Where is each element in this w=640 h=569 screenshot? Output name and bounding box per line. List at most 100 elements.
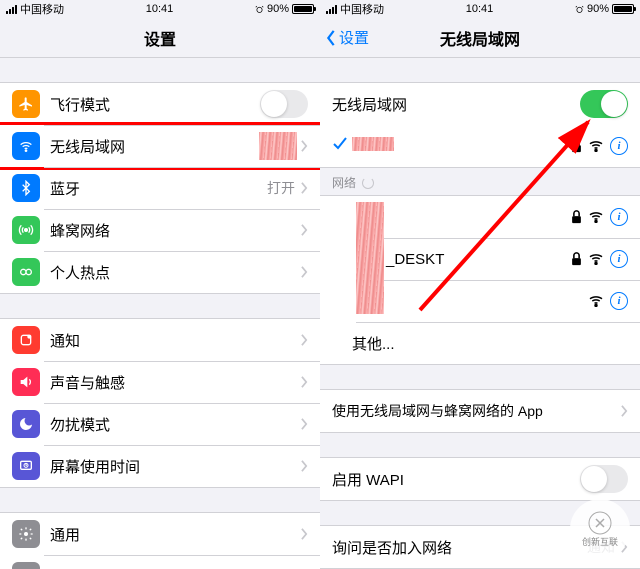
row-cellular[interactable]: 蜂窝网络 <box>0 209 320 251</box>
row-bluetooth[interactable]: 蓝牙 打开 <box>0 167 320 209</box>
row-general[interactable]: 通用 <box>0 513 320 555</box>
row-wifi-cell-apps[interactable]: 使用无线局域网与蜂窝网络的 App <box>320 390 640 432</box>
dnd-icon <box>12 410 40 438</box>
chevron-right-icon <box>301 418 308 430</box>
row-label: 使用无线局域网与蜂窝网络的 App <box>332 401 621 421</box>
wapi-toggle[interactable] <box>580 465 628 493</box>
row-label: 询问是否加入网络 <box>332 537 587 558</box>
row-label: 通知 <box>50 330 301 351</box>
cell-signal-icon <box>326 5 337 14</box>
status-bar: 中国移动 10:41 90% <box>0 0 320 18</box>
row-label: 蓝牙 <box>50 178 267 199</box>
wifi-icon <box>12 132 40 160</box>
wifi-toggle[interactable] <box>580 90 628 118</box>
lock-icon <box>571 210 582 224</box>
page-title: 无线局域网 <box>440 26 520 50</box>
row-other-network[interactable]: 其他... <box>320 322 640 364</box>
row-airplane[interactable]: 飞行模式 <box>0 83 320 125</box>
carrier-label: 中国移动 <box>20 1 64 17</box>
row-wifi-switch[interactable]: 无线局域网 <box>320 83 640 125</box>
wifi-strength-icon <box>588 253 604 265</box>
chevron-right-icon <box>301 266 308 278</box>
row-sounds[interactable]: 声音与触感 <box>0 361 320 403</box>
row-label: 控制中心 <box>50 566 301 569</box>
battery-icon <box>612 4 634 14</box>
chevron-right-icon <box>301 224 308 236</box>
wapi-group: 启用 WAPI <box>320 457 640 501</box>
row-hotspot[interactable]: 个人热点 <box>0 251 320 293</box>
other-label: 其他... <box>352 333 628 354</box>
row-detail: 打开 <box>267 178 295 198</box>
settings-group-network: 飞行模式 无线局域网 蓝牙 打开 蜂窝网络 个人热点 <box>0 82 320 294</box>
row-label: 屏幕使用时间 <box>50 456 301 477</box>
chevron-right-icon <box>301 334 308 346</box>
carrier-label: 中国移动 <box>340 1 384 17</box>
battery-icon <box>292 4 314 14</box>
status-time: 10:41 <box>466 3 494 15</box>
row-label: 启用 WAPI <box>332 469 580 490</box>
settings-group-notifications: 通知 声音与触感 勿扰模式 屏幕使用时间 <box>0 318 320 488</box>
row-label: 个人热点 <box>50 262 301 283</box>
settings-screenshot: 中国移动 10:41 90% 设置 飞行模式 无线局域网 蓝牙 打开 蜂窝网络 <box>0 0 320 569</box>
wifi-screenshot: 中国移动 10:41 90% 设置 无线局域网 无线局域网 i 网络 <box>320 0 640 569</box>
info-button[interactable]: i <box>610 292 628 310</box>
battery-percent: 90% <box>587 3 609 15</box>
status-bar: 中国移动 10:41 90% <box>320 0 640 18</box>
cell-signal-icon <box>6 5 17 14</box>
chevron-right-icon <box>301 140 308 152</box>
row-control-center[interactable]: 控制中心 <box>0 555 320 569</box>
hotspot-icon <box>12 258 40 286</box>
back-button[interactable]: 设置 <box>326 27 369 48</box>
page-title: 设置 <box>144 26 176 50</box>
checkmark-icon <box>332 136 352 157</box>
settings-group-general: 通用 控制中心 AA 显示与亮度 辅助功能 <box>0 512 320 569</box>
redacted-value <box>259 132 297 160</box>
alarm-icon <box>575 5 584 14</box>
wifi-strength-icon <box>588 295 604 307</box>
cellular-icon <box>12 216 40 244</box>
row-label: 飞行模式 <box>50 94 260 115</box>
ssid-suffix: _DESKT <box>352 251 571 268</box>
chevron-right-icon <box>301 182 308 194</box>
info-button[interactable]: i <box>610 137 628 155</box>
redacted-ssid <box>352 137 394 151</box>
sounds-icon <box>12 368 40 396</box>
wifi-strength-icon <box>588 211 604 223</box>
row-label: 勿扰模式 <box>50 414 301 435</box>
airplane-toggle[interactable] <box>260 90 308 118</box>
general-icon <box>12 520 40 548</box>
networks-header: 网络 <box>320 168 640 195</box>
row-wifi[interactable]: 无线局域网 <box>0 125 320 167</box>
wifi-switch-group: 无线局域网 i <box>320 82 640 168</box>
row-wapi[interactable]: 启用 WAPI <box>320 458 640 500</box>
bluetooth-icon <box>12 174 40 202</box>
row-connected-network[interactable]: i <box>320 125 640 167</box>
apps-group: 使用无线局域网与蜂窝网络的 App <box>320 389 640 433</box>
battery-percent: 90% <box>267 3 289 15</box>
row-dnd[interactable]: 勿扰模式 <box>0 403 320 445</box>
row-label: 无线局域网 <box>332 94 580 115</box>
screentime-icon <box>12 452 40 480</box>
row-label: 无线局域网 <box>50 136 259 157</box>
control-center-icon <box>12 562 40 569</box>
nav-bar: 设置 无线局域网 <box>320 18 640 58</box>
chevron-right-icon <box>301 528 308 540</box>
notifications-icon <box>12 326 40 354</box>
networks-list: i _DESKT i i 其他... <box>320 195 640 365</box>
nav-bar: 设置 <box>0 18 320 58</box>
row-screentime[interactable]: 屏幕使用时间 <box>0 445 320 487</box>
info-button[interactable]: i <box>610 250 628 268</box>
chevron-right-icon <box>621 405 628 417</box>
row-label: 蜂窝网络 <box>50 220 301 241</box>
row-label: 声音与触感 <box>50 372 301 393</box>
status-time: 10:41 <box>146 3 174 15</box>
info-button[interactable]: i <box>610 208 628 226</box>
row-label: 通用 <box>50 524 301 545</box>
alarm-icon <box>255 5 264 14</box>
spinner-icon <box>362 177 374 189</box>
watermark: 创新互联 <box>570 499 630 559</box>
lock-icon <box>571 139 582 153</box>
chevron-right-icon <box>301 460 308 472</box>
airplane-icon <box>12 90 40 118</box>
row-notifications[interactable]: 通知 <box>0 319 320 361</box>
